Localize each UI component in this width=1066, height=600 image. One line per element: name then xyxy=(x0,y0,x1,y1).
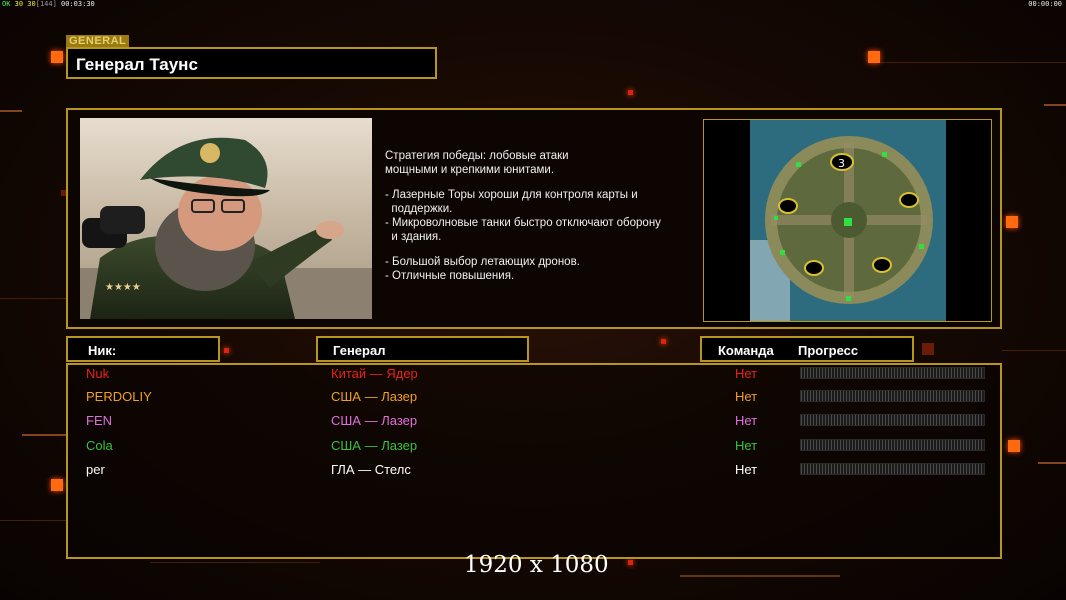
description-line: - Лазерные Торы хороши для контроля карт… xyxy=(385,189,638,201)
description-line: - Микроволновые танки быстро отключают о… xyxy=(385,217,661,229)
column-header-nick: Ник: xyxy=(66,336,220,362)
decor-line xyxy=(880,62,1066,63)
column-header-label: Ник: xyxy=(88,343,117,358)
decor-square xyxy=(628,90,633,95)
decor-line xyxy=(1044,104,1066,106)
decor-square xyxy=(224,348,229,353)
decor-line xyxy=(0,110,22,112)
player-nick: Nuk xyxy=(86,366,110,381)
description-line: - Большой выбор летающих дронов. xyxy=(385,256,580,268)
description-line: - Отличные повышения. xyxy=(385,270,515,282)
player-team: Нет xyxy=(735,366,758,381)
player-progress-bar xyxy=(800,439,985,451)
decor-square xyxy=(868,51,880,63)
player-nick: PERDOLIY xyxy=(86,389,152,404)
general-portrait: ★★★★ xyxy=(80,118,372,319)
resolution-caption: 1920 x 1080 xyxy=(464,552,609,578)
column-header-label: Генерал xyxy=(333,343,386,358)
description-line: Стратегия победы: лобовые атаки xyxy=(385,150,569,162)
map-preview-image: 3 xyxy=(750,120,946,321)
description-line: поддержки. xyxy=(385,203,453,215)
decor-line xyxy=(0,520,66,521)
general-portrait-image: ★★★★ xyxy=(80,137,372,319)
column-header-label: Команда xyxy=(718,343,774,358)
player-progress-bar xyxy=(800,367,985,379)
description-line: мощными и крепкими юнитами. xyxy=(385,164,555,176)
decor-square xyxy=(51,479,63,491)
general-name: Генерал Таунс xyxy=(76,55,198,74)
player-progress-bar xyxy=(800,463,985,475)
player-team: Нет xyxy=(735,413,758,428)
player-nick: Cola xyxy=(86,438,113,453)
player-progress-bar xyxy=(800,390,985,402)
player-general: Китай — Ядер xyxy=(331,366,418,381)
general-title-box: Генерал Таунс xyxy=(66,47,437,79)
decor-line xyxy=(0,298,66,299)
hud-status: OK 30 30[144] 00:03:30 xyxy=(2,0,95,8)
decor-square xyxy=(51,51,63,63)
description-line: и здания. xyxy=(385,231,442,243)
general-description: Стратегия победы: лобовые атаки мощными … xyxy=(385,149,705,283)
player-nick: per xyxy=(86,462,105,477)
player-team: Нет xyxy=(735,462,758,477)
player-team: Нет xyxy=(735,389,758,404)
decor-line xyxy=(150,562,320,563)
player-general: США — Лазер xyxy=(331,413,418,428)
decor-square xyxy=(1006,216,1018,228)
decor-line xyxy=(1038,462,1066,464)
decor-square xyxy=(922,343,934,355)
general-tag: GENERAL xyxy=(66,35,130,47)
decor-square xyxy=(628,560,633,565)
decor-square xyxy=(661,339,666,344)
column-header-team-progress: Команда Прогресс xyxy=(700,336,914,362)
map-player-label: 3 xyxy=(838,157,845,170)
player-nick: FEN xyxy=(86,413,112,428)
column-header-label: Прогресс xyxy=(798,343,859,358)
player-general: ГЛА — Стелс xyxy=(331,462,411,477)
svg-text:★★★★: ★★★★ xyxy=(105,282,141,293)
player-team: Нет xyxy=(735,438,758,453)
player-general: США — Лазер xyxy=(331,389,418,404)
player-progress-bar xyxy=(800,414,985,426)
decor-line xyxy=(680,575,840,577)
player-general: США — Лазер xyxy=(331,438,418,453)
map-preview: 3 xyxy=(703,119,992,322)
column-header-general: Генерал xyxy=(316,336,529,362)
decor-line xyxy=(1002,350,1066,351)
decor-line xyxy=(22,434,66,436)
hud-timer: 00:00:00 xyxy=(1028,0,1062,8)
decor-square xyxy=(1008,440,1020,452)
